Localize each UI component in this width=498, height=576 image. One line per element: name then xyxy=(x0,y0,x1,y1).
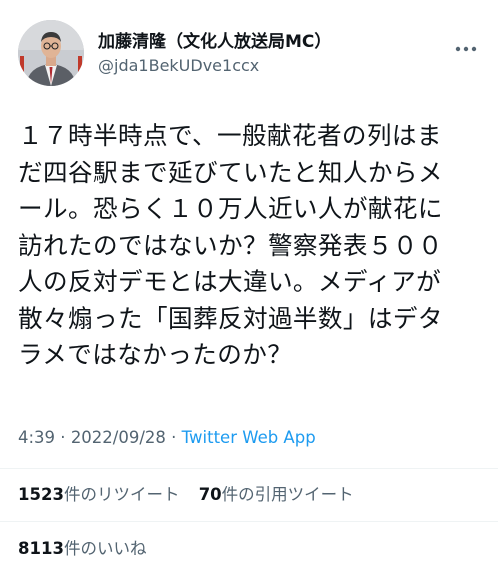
avatar[interactable] xyxy=(18,20,84,86)
quotes-count: 70 xyxy=(198,485,222,504)
retweets-label: 件のリツイート xyxy=(63,485,180,504)
author-info: 加藤清隆（文化人放送局MC） @jda1BekUDve1ccx xyxy=(98,32,331,77)
tweet-text-line: １７時半時点で、一般献花者の列はま xyxy=(18,121,442,150)
tweet-text-line: だ四谷駅まで延びていたと知人からメ xyxy=(18,157,443,187)
tweet-text-line: 人の反対デモとは大違い。メディアが xyxy=(18,267,442,296)
tweet-text-line: ール。恐らく１０万人近い人が献花に xyxy=(18,194,443,223)
author-handle[interactable]: @jda1BekUDve1ccx xyxy=(98,55,331,77)
author-display-name[interactable]: 加藤清隆（文化人放送局MC） xyxy=(98,32,331,52)
tweet-metadata: 4:39 · 2022/09/28 · Twitter Web App xyxy=(18,428,316,447)
tweet-time[interactable]: 4:39 xyxy=(18,428,55,447)
retweets-stat[interactable]: 1523件のリツイート xyxy=(18,481,179,505)
more-options-button[interactable] xyxy=(454,40,478,52)
tweet-text-line: 散々煽った「国葬反対過半数」はデタ xyxy=(18,303,443,333)
tweet-date[interactable]: 2022/09/28 xyxy=(71,428,166,447)
tweet-text-line: ラメではなかったのか？ xyxy=(18,340,293,369)
quotes-stat[interactable]: 70件の引用ツイート xyxy=(199,481,354,505)
likes-label: 件のいいね xyxy=(63,539,147,558)
divider xyxy=(0,468,498,469)
retweets-count: 1523 xyxy=(18,485,64,504)
person-avatar-icon xyxy=(18,20,84,86)
ellipsis-icon xyxy=(455,46,477,52)
tweet-source-link[interactable]: Twitter Web App xyxy=(182,428,316,447)
engagement-stats: 1523件のリツイート 70件の引用ツイート xyxy=(18,481,354,505)
likes-stat[interactable]: 8113件のいいね xyxy=(18,535,146,559)
tweet-header: 加藤清隆（文化人放送局MC） @jda1BekUDve1ccx xyxy=(18,20,480,90)
meta-separator: · xyxy=(55,428,71,447)
meta-separator: · xyxy=(165,428,182,447)
likes-count: 8113 xyxy=(18,539,64,558)
divider xyxy=(0,521,498,522)
quotes-label: 件の引用ツイート xyxy=(221,485,354,504)
tweet-text-line: 訪れたのではないか？警察発表５００ xyxy=(18,230,443,260)
likes-stats: 8113件のいいね xyxy=(18,535,146,559)
tweet-detail: 加藤清隆（文化人放送局MC） @jda1BekUDve1ccx １７時半時点で、… xyxy=(0,0,498,576)
tweet-text: １７時半時点で、一般献花者の列はま だ四谷駅まで延びていたと知人からメ ール。恐… xyxy=(18,118,482,374)
